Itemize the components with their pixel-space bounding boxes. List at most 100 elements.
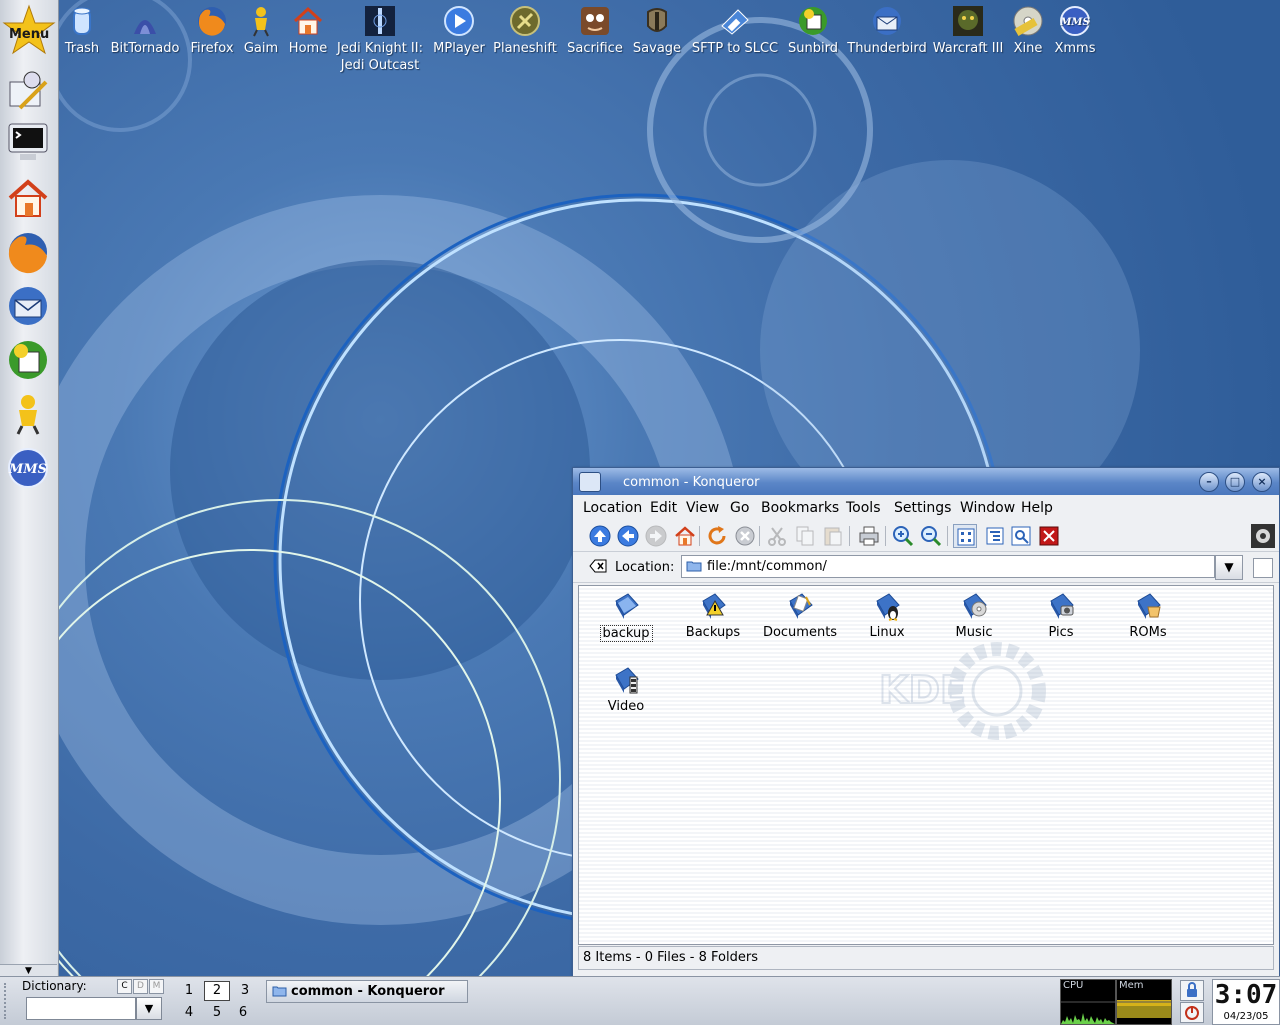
file-item-roms[interactable]: ROMs — [1108, 591, 1188, 640]
maximize-button[interactable]: □ — [1225, 472, 1245, 492]
launcher-kwrite[interactable] — [4, 66, 52, 114]
file-item-linux[interactable]: Linux — [847, 591, 927, 640]
window-menu-icon[interactable] — [579, 472, 601, 492]
location-history-dropdown[interactable]: ▼ — [1215, 555, 1243, 580]
file-item-backups[interactable]: Backups — [673, 591, 753, 640]
menu-settings[interactable]: Settings — [894, 500, 951, 516]
desktop-icon-firefox[interactable]: Firefox — [188, 4, 236, 57]
logout-button[interactable] — [1180, 1002, 1204, 1023]
panel-handle[interactable] — [4, 983, 12, 1019]
menu-view[interactable]: View — [686, 500, 719, 516]
dictionary-dropdown[interactable]: ▼ — [136, 997, 162, 1020]
dictionary-input[interactable] — [26, 997, 136, 1020]
menu-help[interactable]: Help — [1021, 500, 1053, 516]
desktop-icon-xmms[interactable]: MMS Xmms — [1052, 4, 1098, 57]
zoom-in-button[interactable] — [891, 524, 915, 548]
file-view[interactable]: KDE backup Backups Documents Linux Music — [578, 585, 1274, 945]
dict-button-c[interactable]: C — [117, 979, 132, 994]
minimize-button[interactable]: – — [1199, 472, 1219, 492]
clear-location-icon[interactable] — [589, 558, 607, 574]
launcher-firefox[interactable] — [4, 228, 52, 276]
desktop-5[interactable]: 5 — [204, 1003, 230, 1023]
reload-button[interactable] — [705, 524, 729, 548]
desktop-icon-bittornado[interactable]: BitTornado — [108, 4, 182, 57]
desktop-icon-gaim[interactable]: Gaim — [240, 4, 282, 57]
close-button[interactable]: × — [1252, 472, 1272, 492]
desktop-2[interactable]: 2 — [204, 981, 230, 1001]
tree-view-icon — [986, 527, 1004, 545]
desktop-4[interactable]: 4 — [176, 1003, 202, 1023]
copy-button[interactable] — [793, 524, 817, 548]
desktop-icon-sftp[interactable]: SFTP to SLCC — [688, 4, 782, 57]
arrow-right-icon — [645, 525, 667, 547]
stop-button[interactable] — [733, 524, 757, 548]
home-button[interactable] — [673, 524, 697, 548]
terminal-emulator-button[interactable] — [1037, 524, 1061, 548]
desktop-icon-xine[interactable]: Xine — [1008, 4, 1048, 57]
cut-button[interactable] — [765, 524, 789, 548]
dict-button-d[interactable]: D — [133, 979, 148, 994]
menu-bookmarks[interactable]: Bookmarks — [761, 500, 839, 516]
paste-button[interactable] — [821, 524, 845, 548]
folder-documents-icon — [789, 593, 813, 619]
memory-monitor[interactable]: Mem — [1116, 979, 1172, 1025]
launcher-home[interactable] — [4, 174, 52, 222]
preview-button[interactable] — [1009, 524, 1033, 548]
launcher-terminal[interactable] — [4, 118, 52, 166]
dict-button-m[interactable]: M — [149, 979, 164, 994]
print-button[interactable] — [857, 524, 881, 548]
window-titlebar[interactable]: common - Konqueror – □ × — [573, 468, 1279, 495]
taskbar-button-konqueror[interactable]: common - Konqueror — [266, 980, 468, 1003]
menu-location[interactable]: Location — [583, 500, 642, 516]
menu-go[interactable]: Go — [730, 500, 749, 516]
desktop-1[interactable]: 1 — [176, 981, 202, 1001]
desktop-3[interactable]: 3 — [232, 981, 258, 1001]
tree-view-button[interactable] — [983, 524, 1007, 548]
file-item-documents[interactable]: Documents — [760, 591, 840, 640]
file-item-backup[interactable]: backup — [586, 591, 666, 642]
home-icon — [8, 179, 48, 217]
mplayer-icon — [444, 6, 474, 36]
cpu-monitor[interactable]: CPU — [1060, 979, 1116, 1025]
desktop-6[interactable]: 6 — [230, 1003, 256, 1023]
clock[interactable]: 3:07 04/23/05 — [1212, 979, 1280, 1025]
launcher-thunderbird[interactable] — [4, 282, 52, 330]
forward-button[interactable] — [644, 524, 668, 548]
file-item-pics[interactable]: Pics — [1021, 591, 1101, 640]
desktop-icon-mplayer[interactable]: MPlayer — [430, 4, 488, 57]
launcher-gaim[interactable] — [4, 390, 52, 438]
menu-edit[interactable]: Edit — [650, 500, 677, 516]
zoom-in-icon — [893, 526, 914, 547]
launcher-xmms[interactable]: MMS — [4, 444, 52, 492]
go-button[interactable] — [1253, 558, 1273, 578]
back-button[interactable] — [616, 524, 640, 548]
desktop-icon-savage[interactable]: Savage — [630, 4, 684, 57]
desktop-icon-planeshift[interactable]: Planeshift — [492, 4, 558, 57]
copy-icon — [796, 526, 814, 546]
kwrite-icon — [9, 71, 48, 110]
location-input[interactable]: file:/mnt/common/ — [681, 555, 1215, 578]
desktop-icon-trash[interactable]: Trash — [62, 4, 102, 57]
folder-music-icon — [963, 593, 987, 619]
desktop-icon-sunbird[interactable]: Sunbird — [786, 4, 840, 57]
desktop-icon-home[interactable]: Home — [286, 4, 330, 57]
folder-video-icon — [615, 667, 639, 694]
folder-icon — [272, 986, 287, 997]
menu-tools[interactable]: Tools — [846, 500, 881, 516]
desktop-icon-jedi-knight[interactable]: Jedi Knight II: Jedi Outcast — [334, 4, 426, 74]
launcher-sunbird[interactable] — [4, 336, 52, 384]
up-button[interactable] — [588, 524, 612, 548]
file-item-music[interactable]: Music — [934, 591, 1014, 640]
desktop-icon-warcraft[interactable]: Warcraft III — [932, 4, 1004, 57]
lock-screen-button[interactable] — [1180, 980, 1204, 1001]
file-item-video[interactable]: Video — [586, 665, 666, 714]
desktop-icon-sacrifice[interactable]: Sacrifice — [564, 4, 626, 57]
menu-window[interactable]: Window — [960, 500, 1015, 516]
desktop-icon-thunderbird[interactable]: Thunderbird — [844, 4, 930, 57]
icon-view-button[interactable] — [953, 524, 977, 548]
paste-icon — [824, 527, 842, 546]
toolbar-separator — [947, 526, 948, 546]
status-text: 8 Items - 0 Files - 8 Folders — [583, 950, 758, 965]
folder-warning-icon — [702, 593, 726, 619]
zoom-out-button[interactable] — [919, 524, 943, 548]
